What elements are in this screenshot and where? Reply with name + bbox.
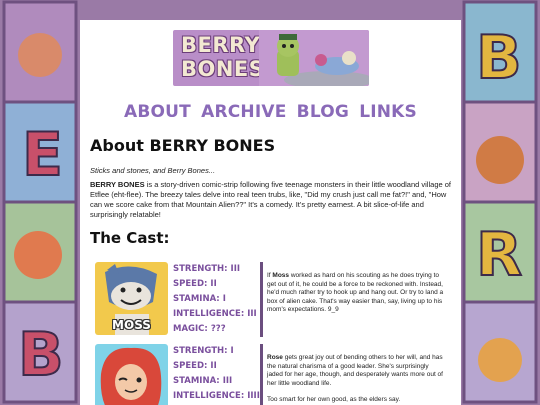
- tagline: Sticks and stones, and Berry Bones...: [90, 166, 216, 175]
- stats-list: STRENGTH: I SPEED: II STAMINA: III INTELLIG…: [173, 344, 261, 404]
- stat-label: INTELLIGENCE:: [173, 391, 245, 401]
- nav-blog[interactable]: BLOG: [297, 102, 349, 122]
- stat-label: SPEED:: [173, 279, 208, 289]
- svg-text:E: E: [22, 120, 63, 190]
- divider-bar: [260, 262, 263, 337]
- intro-text: is a story-driven comic-strip following …: [90, 180, 451, 219]
- stat-label: STAMINA:: [173, 294, 220, 304]
- stat-value: II: [210, 361, 217, 371]
- stat-label: INTELLIGENCE:: [173, 309, 245, 319]
- stat-value: ???: [210, 324, 226, 334]
- intro-paragraph: BERRY BONES is a story-driven comic-stri…: [90, 180, 452, 220]
- cast-heading: The Cast:: [90, 229, 170, 247]
- character-card-moss: MOSS STRENGTH: III SPEED: II STAMINA: I INT…: [95, 262, 455, 342]
- stat-stamina: STAMINA: I: [173, 292, 261, 307]
- stat-strength: STRENGTH: III: [173, 262, 261, 277]
- desc-text: worked as hard on his scouting as he doe…: [267, 272, 444, 314]
- stat-value: IIII: [247, 391, 260, 401]
- character-description: If Moss worked as hard on his scouting a…: [267, 272, 445, 323]
- banner-title-line1: BERRY: [181, 33, 261, 57]
- character-portrait: MOSS: [95, 262, 168, 335]
- desc-paragraph: If Moss worked as hard on his scouting a…: [267, 272, 445, 315]
- banner-illustration: [259, 30, 369, 86]
- stat-label: MAGIC:: [173, 324, 208, 334]
- svg-text:B: B: [18, 320, 64, 390]
- stat-label: STAMINA:: [173, 376, 220, 386]
- desc-text: gets great joy out of bending others to …: [267, 354, 443, 387]
- banner-title-line2: BONES: [181, 57, 265, 81]
- nav-archive[interactable]: ARCHIVE: [201, 102, 286, 122]
- stat-value: III: [247, 309, 257, 319]
- desc-name: Rose: [267, 354, 283, 361]
- stats-list: STRENGTH: III SPEED: II STAMINA: I INTELLIG…: [173, 262, 261, 337]
- desc-name: Moss: [272, 272, 290, 279]
- stat-intelligence: INTELLIGENCE: IIII: [173, 389, 261, 404]
- main-nav: ABOUT ARCHIVE BLOG LINKS: [80, 102, 461, 122]
- rose-portrait-icon: [95, 344, 168, 405]
- content-page: BERRY BONES ABOUT ARCHIVE BLOG LINKS Abo…: [80, 20, 461, 405]
- svg-text:B: B: [476, 23, 522, 93]
- desc-paragraph: Rose gets great joy out of bending other…: [267, 354, 445, 388]
- intro-bold: BERRY BONES: [90, 180, 145, 189]
- character-description: Rose gets great joy out of bending other…: [267, 354, 445, 405]
- site-banner[interactable]: BERRY BONES: [173, 30, 369, 86]
- about-heading: About BERRY BONES: [90, 136, 276, 155]
- stat-speed: SPEED: II: [173, 277, 261, 292]
- stat-value: III: [230, 264, 241, 274]
- stat-label: STRENGTH:: [173, 264, 228, 274]
- stat-strength: STRENGTH: I: [173, 344, 261, 359]
- stat-label: STRENGTH:: [173, 346, 228, 356]
- stat-magic: MAGIC:???: [173, 322, 261, 337]
- character-card-rose: STRENGTH: I SPEED: II STAMINA: III INTELLIG…: [95, 344, 455, 405]
- stat-value: II: [210, 279, 217, 289]
- stat-label: SPEED:: [173, 361, 208, 371]
- nav-about[interactable]: ABOUT: [124, 102, 191, 122]
- character-portrait: [95, 344, 168, 405]
- divider-bar: [260, 344, 263, 405]
- desc-extra: Too smart for her own good, as the elder…: [267, 396, 401, 404]
- stat-speed: SPEED: II: [173, 359, 261, 374]
- character-name: MOSS: [112, 318, 151, 332]
- stat-value: I: [230, 346, 234, 356]
- svg-text:R: R: [476, 220, 522, 290]
- stat-value: III: [222, 376, 233, 386]
- stat-intelligence: INTELLIGENCE: III: [173, 307, 261, 322]
- stat-stamina: STAMINA: III: [173, 374, 261, 389]
- banner-logo: BERRY BONES: [181, 33, 271, 81]
- stat-value: I: [222, 294, 226, 304]
- nav-links[interactable]: LINKS: [359, 102, 417, 122]
